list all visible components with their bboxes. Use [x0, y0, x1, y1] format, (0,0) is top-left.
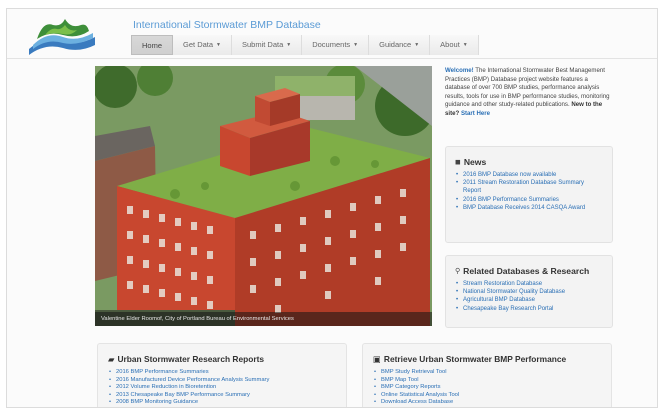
related-list: Stream Restoration Database National Sto… — [455, 280, 603, 313]
related-item[interactable]: National Stormwater Quality Database — [455, 288, 603, 296]
reports-heading: ▰ Urban Stormwater Research Reports — [108, 354, 265, 364]
related-item[interactable]: Chesapeake Bay Research Portal — [455, 305, 603, 313]
news-list: 2016 BMP Database now available 2011 Str… — [455, 171, 603, 212]
nav-home[interactable]: Home — [131, 35, 174, 55]
welcome-label: Welcome! — [445, 67, 474, 74]
green-roof-building-photo — [95, 66, 432, 326]
news-item[interactable]: 2016 BMP Database now available — [455, 171, 603, 179]
intro-text: Welcome! The International Stormwater Be… — [445, 67, 613, 119]
nav-about[interactable]: About ▼ — [430, 35, 479, 55]
chevron-down-icon: ▼ — [462, 42, 468, 49]
bullhorn-icon: ◼ — [455, 159, 461, 166]
search-icon: ⚲ — [455, 268, 461, 275]
nav-get-data[interactable]: Get Data ▼ — [173, 35, 232, 55]
chevron-down-icon: ▼ — [216, 42, 221, 49]
site-title[interactable]: International Stormwater BMP Database — [133, 19, 321, 31]
start-here-link[interactable]: Start Here — [461, 110, 490, 117]
hero-caption: Valentine Elder Roomof, City of Portland… — [95, 312, 432, 326]
report-item[interactable]: 2008 BMP Monitoring Guidance — [108, 399, 336, 407]
related-heading: ⚲ Related Databases & Research — [455, 266, 590, 276]
performance-item[interactable]: Online Statistical Analysis Tool — [373, 392, 601, 400]
report-item[interactable]: 2016 BMP Performance Summaries — [108, 369, 336, 377]
reports-list: 2016 BMP Performance Summaries 2016 Manu… — [108, 369, 336, 407]
nav-documents[interactable]: Documents ▼ — [302, 35, 370, 55]
report-item[interactable]: 2012 Volume Reduction in Bioretention — [108, 384, 336, 392]
performance-list: BMP Study Retrieval Tool BMP Map Tool BM… — [373, 369, 601, 407]
report-item[interactable]: 2013 Chesapeake Bay BMP Performance Summ… — [108, 392, 336, 400]
performance-item[interactable]: BMP Map Tool — [373, 377, 601, 385]
news-panel: ◼News 2016 BMP Database now available 20… — [445, 146, 613, 243]
nav-guidance[interactable]: Guidance ▼ — [369, 35, 431, 55]
news-item[interactable]: BMP Database Receives 2014 CASQA Award — [455, 204, 603, 212]
nav-submit-data[interactable]: Submit Data ▼ — [231, 35, 303, 55]
chevron-down-icon: ▼ — [414, 42, 420, 49]
book-icon: ▰ — [108, 354, 115, 364]
news-heading: ◼ News — [455, 157, 487, 167]
related-item[interactable]: Stream Restoration Database — [455, 280, 603, 288]
performance-item[interactable]: BMP Study Retrieval Tool — [373, 369, 601, 377]
chevron-down-icon: ▼ — [353, 42, 359, 49]
news-item[interactable]: 2011 Stream Restoration Database Summary… — [455, 179, 603, 195]
header-divider — [7, 58, 657, 59]
chevron-down-icon: ▼ — [286, 42, 292, 49]
performance-item[interactable]: Download Access Database — [373, 399, 601, 407]
related-item[interactable]: Agricultural BMP Database — [455, 296, 603, 304]
report-item[interactable]: 2016 Manufactured Device Performance Ana… — [108, 377, 336, 385]
news-item[interactable]: 2016 BMP Performance Summaries — [455, 196, 603, 204]
site-logo[interactable] — [27, 15, 97, 59]
performance-panel: ▣ Retrieve Urban Stormwater BMP Performan… — [362, 343, 612, 407]
gift-icon: ▣ — [373, 354, 381, 364]
performance-item[interactable]: BMP Category Reports — [373, 384, 601, 392]
related-panel: ⚲Related Databases & Research Stream Res… — [445, 255, 613, 328]
research-reports-panel: ▰Urban Stormwater Research Reports 2016 … — [97, 343, 347, 407]
performance-heading: ▣ Retrieve Urban Stormwater BMP Performan… — [373, 354, 567, 364]
main-navbar: Home Get Data ▼ Submit Data ▼ Documents ▼ G… — [131, 35, 479, 55]
page: International Stormwater BMP Database Ho… — [6, 8, 658, 408]
hero-image: Valentine Elder Roomof, City of Portland… — [95, 66, 432, 326]
